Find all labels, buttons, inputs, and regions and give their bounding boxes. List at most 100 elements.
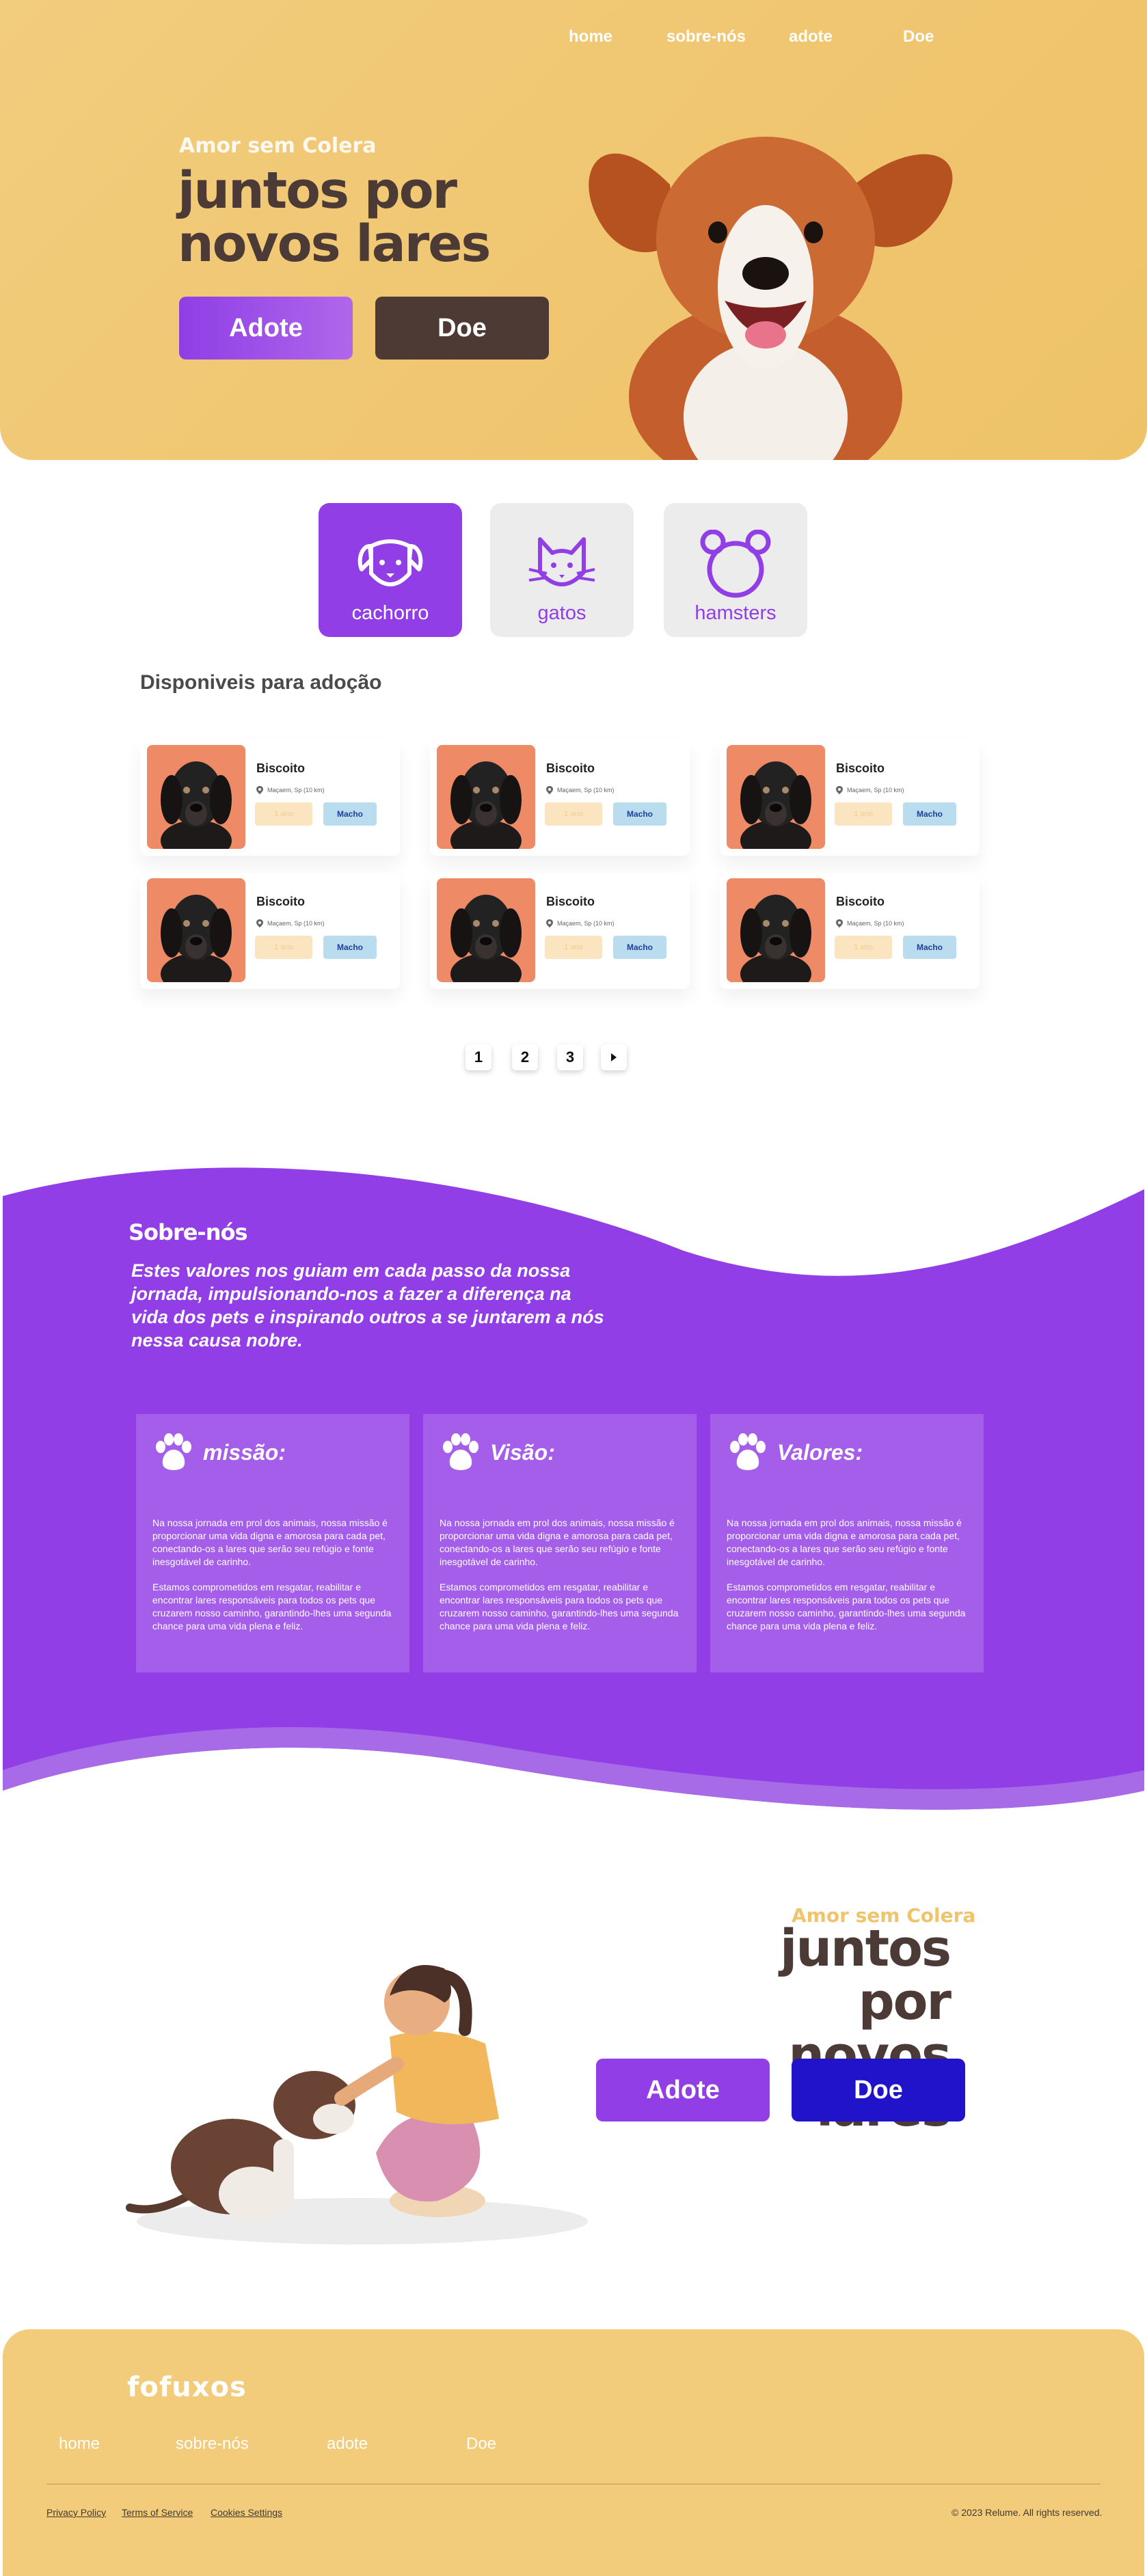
page-1-button[interactable]: 1 [465,1044,491,1070]
pet-photo [437,878,535,982]
copyright-text: © 2023 Relume. All rights reserved. [952,2507,1103,2518]
pet-age-badge: 1 ano [835,936,892,959]
footer-adote-link[interactable]: adote [327,2435,368,2454]
pet-age-badge: 1 ano [545,802,602,826]
pet-location-text: Maçaem, Sp (10 km) [557,920,615,927]
pet-sex-badge: Macho [323,936,377,959]
card-paragraph: Estamos comprometidos em resgatar, reabi… [152,1582,392,1631]
footer-doe-link[interactable]: Doe [466,2435,496,2454]
pet-photo [727,745,825,849]
privacy-policy-link[interactable]: Privacy Policy [46,2507,106,2518]
dog-icon [357,539,423,586]
footer-logo[interactable]: fofuxos [127,2372,247,2403]
woman-petting-dog-illustration [126,1965,588,2245]
dog-photo-image [450,761,522,849]
nav-doe-link[interactable]: Doe [903,27,934,46]
pet-sex-badge: Macho [613,936,666,959]
dog-photo-image [740,895,811,982]
location-pin-icon [256,786,263,794]
location-pin-icon [836,786,843,794]
pet-name: Biscoito [836,761,885,775]
cta-title-line1: juntos por [780,1919,952,2031]
next-page-button[interactable] [601,1044,627,1070]
pet-location: Maçaem, Sp (10 km) [546,786,615,794]
pet-sex-badge: Macho [903,802,956,826]
page-2-button[interactable]: 2 [512,1044,538,1070]
pet-sex-badge: Macho [323,802,377,826]
pet-name: Biscoito [256,761,306,775]
pet-sex-badge: Macho [613,802,666,826]
cta-adote-button[interactable]: Adote [596,2059,770,2121]
card-paragraph: Na nossa jornada em prol dos animais, no… [152,1517,388,1567]
paw-icon [443,1433,478,1470]
card-title: Visão: [490,1439,555,1465]
hamster-icon [700,530,771,598]
about-text: Estes valores nos guiam em cada passo da… [131,1260,604,1351]
pet-age-badge: 1 ano [255,802,312,826]
pet-card[interactable]: Biscoito Maçaem, Sp (10 km) 1 ano Macho [720,740,980,856]
category-cat[interactable]: gatos [490,503,634,637]
pet-card[interactable]: Biscoito Maçaem, Sp (10 km) 1 ano Macho [720,873,980,989]
pet-card[interactable]: Biscoito Maçaem, Sp (10 km) 1 ano Macho [430,740,690,856]
pet-name: Biscoito [546,895,595,908]
pet-age-badge: 1 ano [545,936,602,959]
category-dog[interactable]: cachorro [319,503,462,637]
chevron-right-icon [611,1053,617,1061]
nav-sobre-link[interactable]: sobre-nós [666,27,746,46]
cat-icon [528,537,595,586]
card-title: Valores: [777,1439,863,1465]
pet-location-text: Maçaem, Sp (10 km) [557,787,615,794]
cta-doe-button[interactable]: Doe [792,2059,965,2121]
cookies-settings-link[interactable]: Cookies Settings [211,2507,282,2518]
category-hamster[interactable]: hamsters [664,503,807,637]
pet-name: Biscoito [546,761,595,775]
pet-card[interactable]: Biscoito Maçaem, Sp (10 km) 1 ano Macho [140,873,400,989]
pet-photo [147,745,245,849]
pet-location-text: Maçaem, Sp (10 km) [267,787,325,794]
category-label: cachorro [351,602,429,624]
footer-sobre-link[interactable]: sobre-nós [176,2435,249,2454]
hero-doe-button[interactable]: Doe [375,297,549,360]
dog-photo-image [740,761,811,849]
hero-section: home sobre-nós adote Doe [0,0,1147,460]
nav-home-link[interactable]: home [569,27,612,46]
pet-age-badge: 1 ano [255,936,312,959]
vision-card: Visão: Na nossa jornada em prol dos anim… [423,1414,697,1672]
pet-photo [437,745,535,849]
card-paragraph: Na nossa jornada em prol dos animais, no… [727,1517,962,1567]
location-pin-icon [836,919,843,927]
card-paragraph: Na nossa jornada em prol dos animais, no… [440,1517,675,1567]
card-paragraph: Estamos comprometidos em resgatar, reabi… [440,1582,679,1631]
pet-card[interactable]: Biscoito Maçaem, Sp (10 km) 1 ano Macho [430,873,690,989]
pet-photo [147,878,245,982]
pet-location: Maçaem, Sp (10 km) [256,919,325,927]
footer-home-link[interactable]: home [59,2435,100,2454]
nav-adote-link[interactable]: adote [789,27,833,46]
footer [3,2329,1144,2576]
card-paragraph: Estamos comprometidos em resgatar, reabi… [727,1582,966,1631]
pet-location: Maçaem, Sp (10 km) [836,919,904,927]
card-header: Valores: [727,1433,863,1472]
pet-name: Biscoito [256,895,306,908]
pet-name: Biscoito [836,895,885,908]
location-pin-icon [546,919,553,927]
pet-location-text: Maçaem, Sp (10 km) [847,787,904,794]
values-card: Valores: Na nossa jornada em prol dos an… [710,1414,984,1672]
pet-location: Maçaem, Sp (10 km) [256,786,325,794]
pet-location-text: Maçaem, Sp (10 km) [267,920,325,927]
hero-kicker: Amor sem Colera [179,134,377,158]
hero-adote-button[interactable]: Adote [179,297,353,360]
card-title: missão: [203,1439,286,1465]
pet-age-badge: 1 ano [835,802,892,826]
terms-of-service-link[interactable]: Terms of Service [122,2507,193,2518]
page-3-button[interactable]: 3 [557,1044,583,1070]
dog-photo-image [161,761,232,849]
pet-location-text: Maçaem, Sp (10 km) [847,920,904,927]
about-kicker: Sobre-nós [129,1219,248,1245]
location-pin-icon [546,786,553,794]
dog-photo-image [161,895,232,982]
dog-photo-image [450,895,522,982]
category-label: hamsters [694,602,777,624]
pet-card[interactable]: Biscoito Maçaem, Sp (10 km) 1 ano Macho [140,740,400,856]
adoption-title: Disponiveis para adoção [140,671,382,694]
